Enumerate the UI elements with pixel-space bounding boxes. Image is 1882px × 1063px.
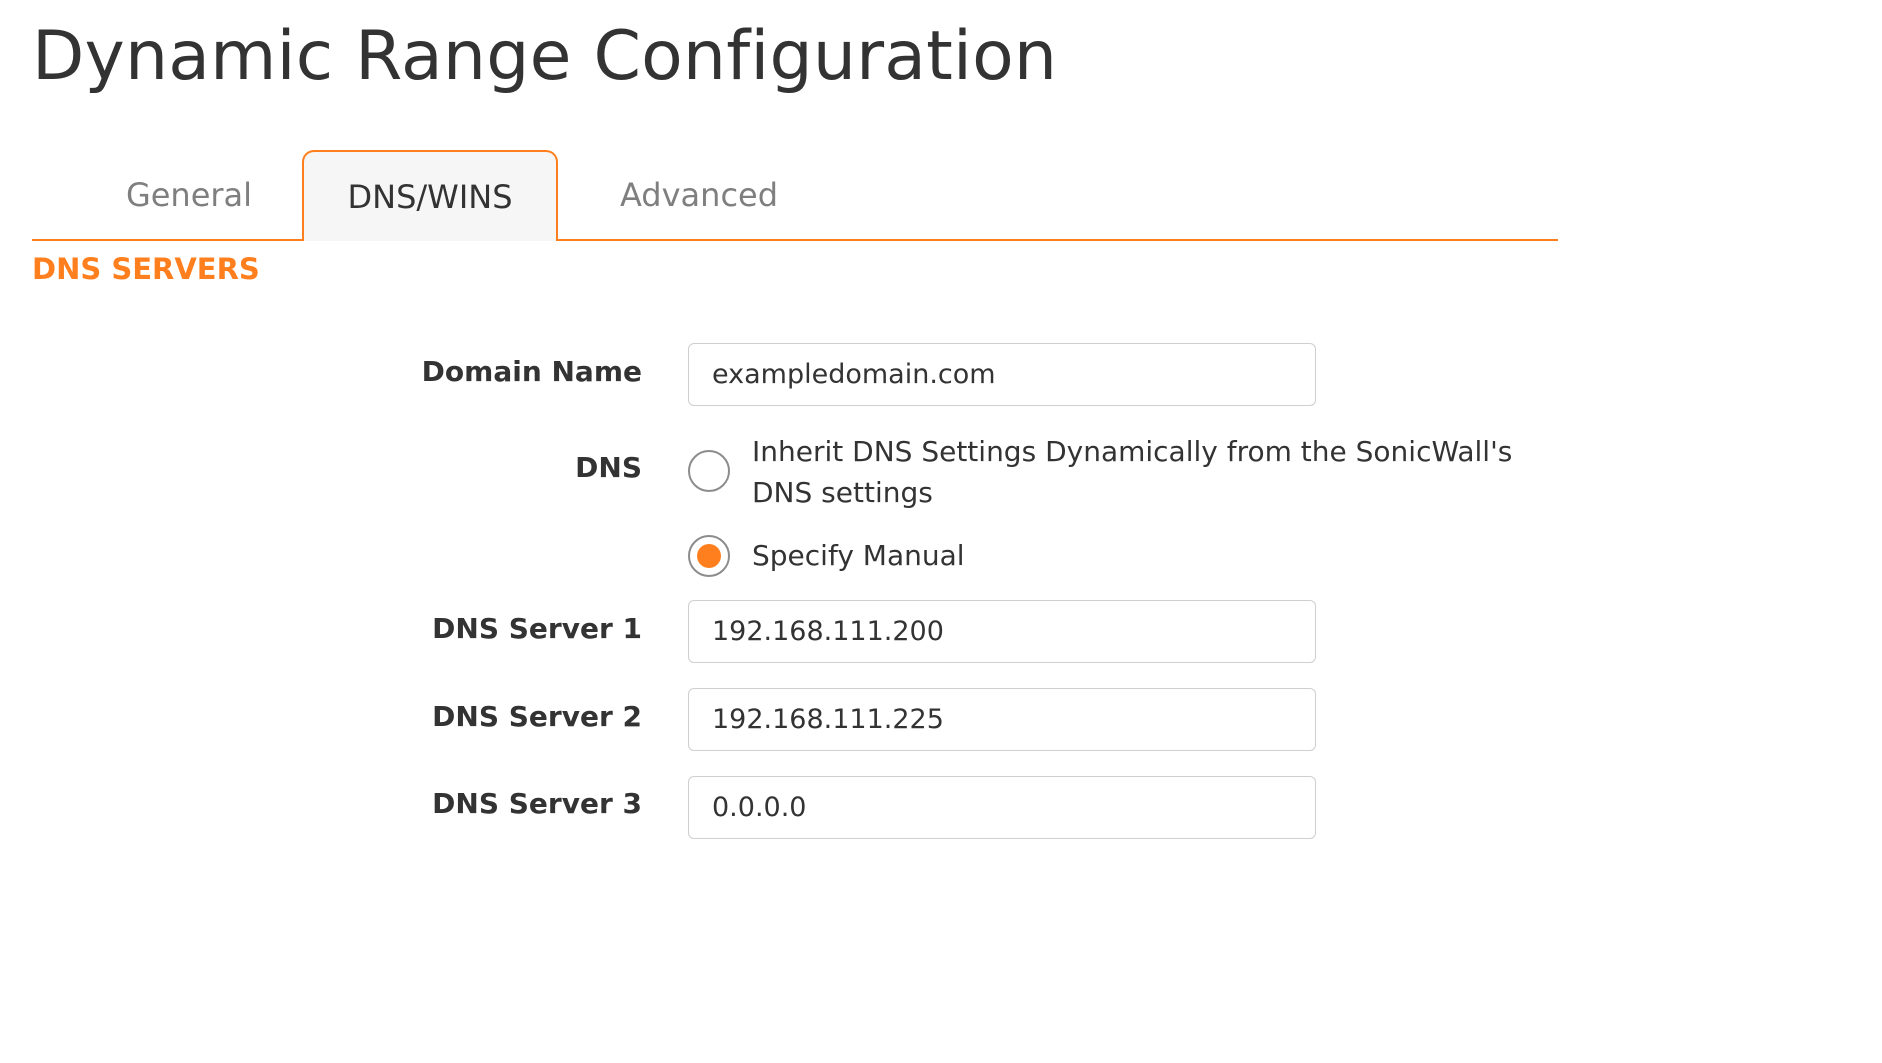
radio-selected-dot-icon: [697, 544, 721, 568]
dns-manual-option-label[interactable]: Specify Manual: [752, 535, 965, 576]
tab-advanced[interactable]: Advanced: [558, 150, 840, 239]
domain-name-input[interactable]: [688, 343, 1316, 406]
dns-server-1-input[interactable]: [688, 600, 1316, 663]
dns-server-2-input[interactable]: [688, 688, 1316, 751]
domain-name-label: Domain Name: [421, 355, 642, 388]
dns-inherit-radio[interactable]: [688, 450, 730, 492]
page-title: Dynamic Range Configuration: [32, 17, 1058, 96]
tab-general[interactable]: General: [76, 150, 302, 239]
dns-server-2-label: DNS Server 2: [432, 700, 642, 733]
dns-label: DNS: [575, 451, 642, 484]
dns-server-1-label: DNS Server 1: [432, 612, 642, 645]
tab-bar: General DNS/WINS Advanced: [32, 150, 1558, 241]
dns-manual-radio[interactable]: [688, 535, 730, 577]
dns-server-3-label: DNS Server 3: [432, 787, 642, 820]
section-header-dns-servers: DNS SERVERS: [32, 252, 260, 286]
tab-dns-wins[interactable]: DNS/WINS: [302, 150, 558, 241]
dns-server-3-input[interactable]: [688, 776, 1316, 839]
dns-inherit-option-label[interactable]: Inherit DNS Settings Dynamically from th…: [752, 431, 1552, 513]
tab-bar-underline: [32, 239, 1558, 241]
